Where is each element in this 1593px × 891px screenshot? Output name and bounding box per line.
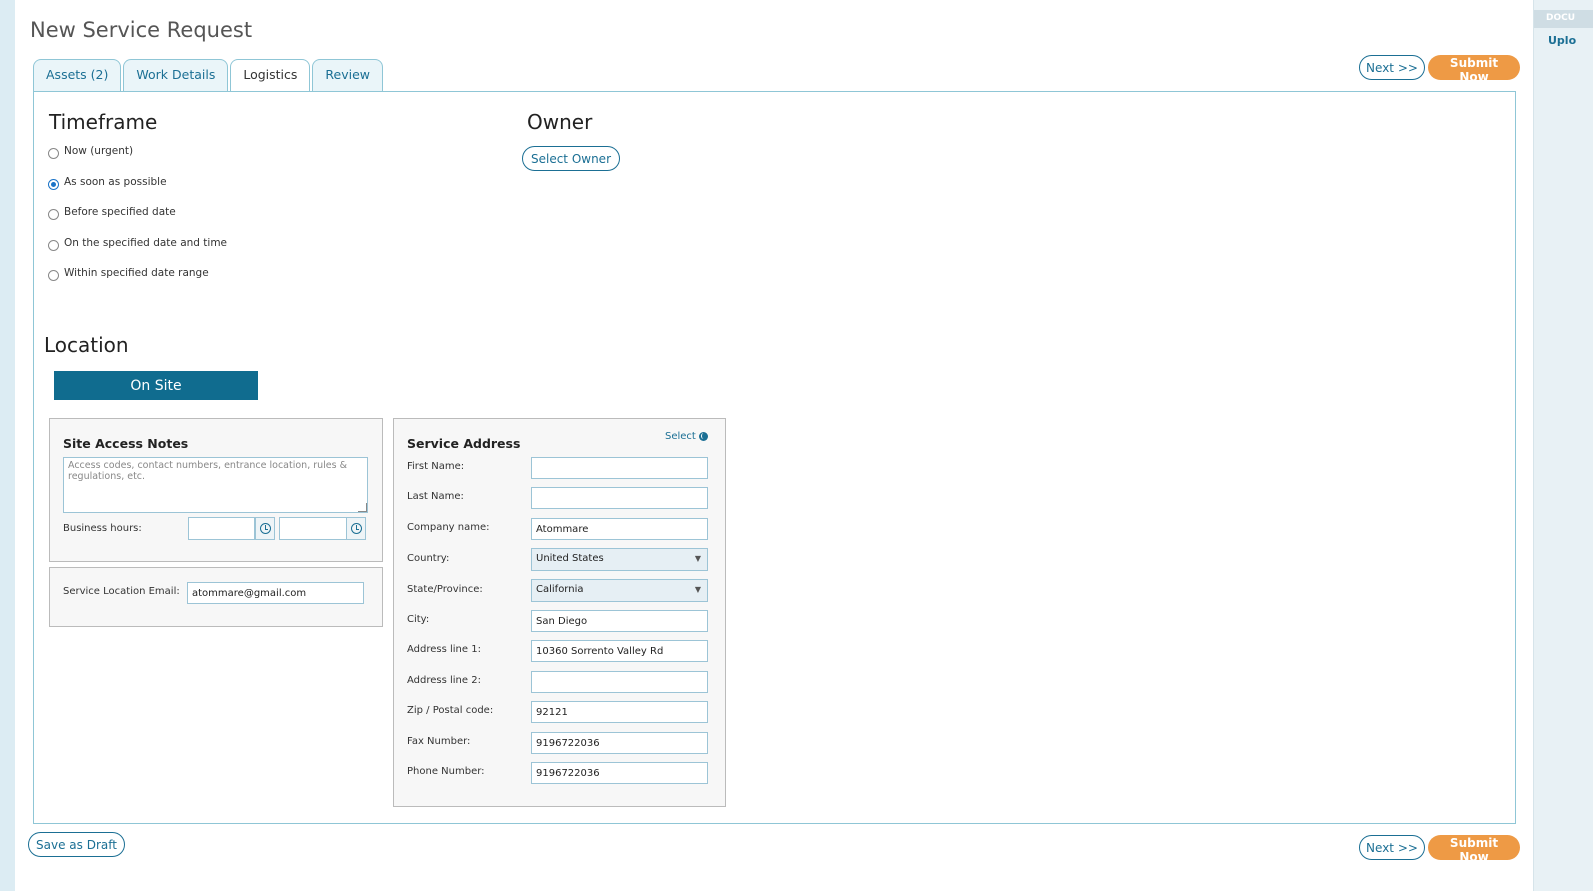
address-line-2-label: Address line 2: bbox=[407, 675, 481, 686]
select-owner-button[interactable]: Select Owner bbox=[522, 146, 620, 171]
submit-now-button-bottom[interactable]: Submit Now bbox=[1428, 835, 1520, 864]
tab-assets[interactable]: Assets (2) bbox=[33, 59, 122, 92]
address-line-1-label: Address line 1: bbox=[407, 644, 481, 655]
service-location-email-label: Service Location Email: bbox=[63, 586, 180, 597]
owner-heading: Owner bbox=[527, 110, 593, 134]
city-input[interactable] bbox=[531, 610, 708, 632]
timeframe-options: Now (urgent) As soon as possible Before … bbox=[48, 145, 227, 298]
address-select-label: Select bbox=[665, 431, 696, 442]
tab-review[interactable]: Review bbox=[312, 59, 384, 92]
clock-icon bbox=[259, 523, 271, 534]
logistics-panel: Timeframe Now (urgent) As soon as possib… bbox=[33, 91, 1516, 824]
business-hours-label: Business hours: bbox=[63, 523, 142, 534]
timeframe-option-on-date[interactable]: On the specified date and time bbox=[48, 237, 227, 268]
save-as-draft-button[interactable]: Save as Draft bbox=[28, 832, 125, 857]
first-name-label: First Name: bbox=[407, 461, 465, 472]
service-address-title: Service Address bbox=[407, 436, 521, 451]
timeframe-option-now[interactable]: Now (urgent) bbox=[48, 145, 227, 176]
address-line-1-input[interactable] bbox=[531, 640, 708, 662]
city-label: City: bbox=[407, 614, 430, 625]
company-name-input[interactable] bbox=[531, 518, 708, 540]
radio-asap[interactable] bbox=[48, 178, 59, 190]
left-edge-stripe bbox=[0, 0, 15, 891]
timeframe-option-date-range[interactable]: Within specified date range bbox=[48, 267, 227, 298]
country-select[interactable]: United States ▼ bbox=[531, 548, 708, 571]
country-value: United States bbox=[536, 553, 604, 564]
radio-label: Before specified date bbox=[64, 206, 176, 218]
last-name-label: Last Name: bbox=[407, 491, 464, 502]
clock-icon bbox=[350, 523, 362, 534]
site-access-notes-input[interactable] bbox=[63, 457, 368, 513]
hours-to-clock-button[interactable] bbox=[346, 517, 366, 540]
last-name-input[interactable] bbox=[531, 487, 708, 509]
documents-side-panel: DOCU Uplo bbox=[1533, 0, 1593, 891]
site-access-title: Site Access Notes bbox=[63, 436, 189, 451]
fax-input[interactable] bbox=[531, 732, 708, 754]
tab-work-details[interactable]: Work Details bbox=[123, 59, 229, 92]
service-location-email-input[interactable] bbox=[187, 582, 364, 604]
site-access-box: Site Access Notes Business hours: bbox=[49, 418, 383, 562]
page-title: New Service Request bbox=[30, 18, 253, 42]
state-value: California bbox=[536, 584, 584, 595]
service-address-box: Service Address Select First Name: Last … bbox=[393, 418, 726, 807]
fax-label: Fax Number: bbox=[407, 736, 471, 747]
address-select-link[interactable]: Select bbox=[665, 431, 708, 442]
radio-on-date[interactable] bbox=[48, 239, 59, 251]
timeframe-option-asap[interactable]: As soon as possible bbox=[48, 176, 227, 207]
first-name-input[interactable] bbox=[531, 457, 708, 479]
next-button-bottom[interactable]: Next >> bbox=[1359, 835, 1425, 860]
radio-date-range[interactable] bbox=[48, 270, 59, 281]
timeframe-option-before-date[interactable]: Before specified date bbox=[48, 206, 227, 237]
radio-label: Now (urgent) bbox=[64, 145, 134, 157]
location-heading: Location bbox=[44, 333, 129, 357]
submit-now-button-top[interactable]: Submit Now bbox=[1428, 55, 1520, 84]
hours-to-input[interactable] bbox=[279, 517, 347, 540]
timeframe-heading: Timeframe bbox=[49, 110, 158, 134]
documents-panel-header: DOCU bbox=[1534, 10, 1593, 28]
phone-label: Phone Number: bbox=[407, 766, 485, 777]
radio-label: Within specified date range bbox=[64, 267, 209, 279]
tab-logistics[interactable]: Logistics bbox=[230, 59, 311, 93]
on-site-button[interactable]: On Site bbox=[54, 371, 258, 400]
zip-label: Zip / Postal code: bbox=[407, 705, 494, 716]
hours-from-input[interactable] bbox=[188, 517, 255, 540]
radio-label: As soon as possible bbox=[64, 175, 167, 188]
dropdown-arrow-icon: ▼ bbox=[694, 585, 701, 594]
next-button-top[interactable]: Next >> bbox=[1359, 55, 1425, 80]
address-line-2-input[interactable] bbox=[531, 671, 708, 693]
dropdown-arrow-icon: ▼ bbox=[694, 554, 701, 563]
radio-before-date[interactable] bbox=[48, 209, 59, 220]
zip-input[interactable] bbox=[531, 701, 708, 723]
hours-from-clock-button[interactable] bbox=[255, 517, 275, 540]
radio-now[interactable] bbox=[48, 148, 59, 159]
country-label: Country: bbox=[407, 553, 450, 564]
radio-label: On the specified date and time bbox=[64, 236, 228, 249]
state-select[interactable]: California ▼ bbox=[531, 579, 708, 602]
tab-bar: Assets (2) Work Details Logistics Review bbox=[33, 59, 384, 93]
upload-link[interactable]: Uplo bbox=[1548, 34, 1576, 47]
company-name-label: Company name: bbox=[407, 522, 490, 533]
phone-input[interactable] bbox=[531, 762, 708, 784]
state-label: State/Province: bbox=[407, 584, 483, 595]
globe-icon bbox=[698, 432, 708, 441]
service-location-email-box: Service Location Email: bbox=[49, 567, 383, 627]
